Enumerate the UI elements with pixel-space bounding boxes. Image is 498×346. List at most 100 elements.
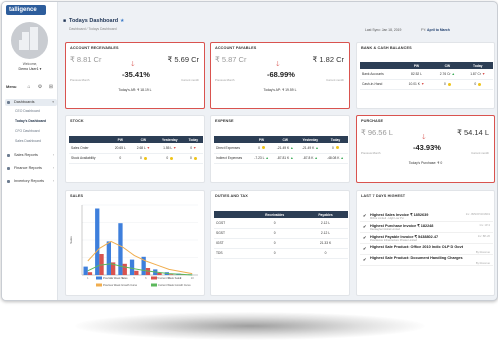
x-tick-label: 6 — [145, 276, 147, 280]
favorite-star-icon[interactable]: ★ — [120, 18, 124, 24]
item-label: Highest Sale Product: Document Handling … — [370, 256, 463, 260]
purchase-today: Today's Purchase: ₹ 0 — [408, 161, 443, 165]
neutral-dot-icon — [261, 146, 265, 150]
grid-icon[interactable]: ⊞ — [47, 83, 55, 91]
nav-todays-dashboard[interactable]: Today's Dashboard — [15, 118, 57, 124]
col-header: CW — [272, 136, 298, 143]
list-item[interactable]: ✔ Highest Payable Invoice ₹ 5438802.47 Pro… — [360, 233, 493, 244]
purchase-card[interactable]: PURCHASE ₹ 96.56 L ₹ 54.14 L 🡓 -43.93% P… — [356, 115, 495, 183]
nav-finance-reports-label: Finance Reports — [14, 166, 42, 170]
item-sub: Mihira Limited - High Low Pvt — [370, 217, 404, 220]
item-ref: Inv: 1P-3 — [479, 224, 490, 227]
check-icon: ✔ — [363, 213, 367, 218]
receivables-pct: -35.41% — [122, 70, 150, 79]
row-name: CGST — [214, 218, 247, 229]
nav-inventory-reports[interactable]: Inventory Reports › — [5, 178, 57, 185]
sales-chart[interactable]: Sales12345678910Previous Week SalesCurre… — [66, 191, 204, 295]
receivables-card[interactable]: ACCOUNT RECEIVABLES ₹ 8.81 Cr ₹ 5.69 Cr … — [65, 42, 205, 109]
sales-card: SALES Sales12345678910Previous Week Sale… — [65, 190, 205, 296]
item-ref: By Revenue — [475, 262, 490, 265]
table-row[interactable]: TDS 0 0 — [214, 248, 348, 259]
nav-sales-reports[interactable]: Sales Reports › — [5, 152, 57, 159]
nav-finance-reports[interactable]: Finance Reports › — [5, 165, 57, 172]
cell-today: 0 — [332, 145, 334, 150]
page-header: ■ Todays Dashboard ★ Dashboard / Todays … — [59, 14, 497, 34]
table-row[interactable]: Cash-in-Hand 10.01 K ▼ 0 0 — [360, 79, 493, 90]
col-header: PW — [250, 136, 273, 143]
arrow-up-icon: ▲ — [265, 156, 269, 160]
bar-current-week — [87, 272, 93, 275]
highest-card: LAST 7 DAYS HIGHEST ✔ Highest Sales Invoi… — [356, 190, 495, 296]
cell-yesterday: -87.8 K — [302, 156, 314, 160]
duties-table: Receivables Payables CGST 0 2.12 L SGST 0 2.1… — [214, 211, 348, 259]
table-row[interactable]: SGST 0 2.12 L — [214, 228, 348, 239]
cell-receivables: 0 — [246, 218, 304, 229]
bar-current-week — [134, 270, 139, 275]
list-item[interactable]: ✔ Highest Sale Product: Office 2010 Indic… — [360, 244, 493, 255]
neutral-dot-icon — [335, 146, 339, 150]
fiscal-period-selector[interactable]: FY: April to March — [421, 28, 450, 32]
chevron-right-icon: › — [52, 179, 54, 183]
table-row[interactable]: Stock Availability 0 0 0 0 — [69, 153, 203, 164]
row-name: TDS — [214, 248, 247, 259]
page-title: Todays Dashboard — [69, 18, 119, 24]
list-item[interactable]: ✔ Highest Sales Invoice ₹ 1852639 Mihira L… — [360, 211, 493, 222]
cell-today: 0 — [190, 156, 192, 160]
arrow-up-icon: ▲ — [451, 71, 455, 76]
bar-previous-week — [106, 241, 111, 275]
col-header: Payables — [303, 211, 348, 218]
payables-card[interactable]: ACCOUNT PAYABLES ₹ 5.87 Cr ₹ 1.82 Cr 🡓 -… — [210, 42, 350, 109]
expense-title: EXPENSE — [215, 119, 234, 123]
nav-ceo-dashboard[interactable]: CEO Dashboard — [15, 108, 57, 114]
cell-pw: 10.01 K — [408, 82, 421, 86]
nav-sales-reports-label: Sales Reports — [14, 153, 38, 157]
col-header: Today — [322, 136, 348, 143]
purchase-title: PURCHASE — [361, 119, 384, 123]
arrow-down-icon: ▼ — [146, 145, 151, 150]
legend-label: Previous Week Sales — [103, 276, 128, 280]
bar-previous-week — [129, 259, 135, 275]
bar-previous-week — [83, 266, 88, 275]
sidebar: talligence Welcome, Demo User1 ▾ Menu ⌂ … — [2, 2, 58, 300]
nav-sales-dashboard[interactable]: Sales Dashboard — [15, 138, 57, 144]
col-header: PW — [109, 136, 131, 143]
check-icon: ✔ — [363, 246, 367, 251]
receivables-today: Today's AR: ₹ 18.19 L — [118, 88, 152, 92]
table-row[interactable]: Indirect Expenses -7.23 L ▲ -87.81 K ▲ -… — [214, 153, 348, 164]
list-item[interactable]: ✔ Highest Sale Product: Document Handling… — [360, 255, 493, 266]
arrow-down-icon: ▼ — [173, 145, 177, 150]
col-header: CW — [131, 136, 156, 143]
neutral-dot-icon — [447, 82, 451, 86]
nav-cfo-dashboard[interactable]: CFO Dashboard — [15, 128, 57, 134]
neutral-dot-icon — [193, 156, 197, 160]
breadcrumb[interactable]: Dashboard / Todays Dashboard — [69, 27, 117, 31]
row-name: IGST — [214, 238, 247, 249]
cell-cw: -87.81 K — [276, 156, 290, 160]
home-icon[interactable]: ⌂ — [25, 83, 33, 91]
table-row[interactable]: Bank Accounts 82.52 L 2.76 Cr ▲ 1.87 Cr … — [360, 69, 493, 80]
neutral-dot-icon — [170, 156, 174, 160]
table-row[interactable]: Direct Expenses 0 -21.49 K ▲ -21.49 K ▲ … — [214, 143, 348, 154]
avatar[interactable] — [11, 22, 48, 59]
table-row[interactable]: CGST 0 2.12 L — [214, 218, 348, 229]
user-menu[interactable]: Demo User1 ▾ — [2, 67, 58, 71]
item-label: Highest Sale Product: Office 2010 Indic … — [370, 245, 463, 249]
legend-label: Current Week Growth Curve — [158, 283, 191, 287]
arrow-up-icon: ▲ — [315, 145, 319, 150]
list-item[interactable]: ✔ Highest Purchase Invoice ₹ 182248 Rankag… — [360, 222, 493, 233]
col-header: Yesterday — [297, 136, 323, 143]
table-row[interactable]: Sales Order 20.65 L 2.68 L ▼ 1.55 L ▼ 0 … — [69, 143, 203, 154]
payables-title: ACCOUNT PAYABLES — [215, 46, 257, 50]
nav-dashboards[interactable]: Dashboards ▾ — [5, 99, 57, 106]
payables-prev: ₹ 5.87 Cr — [215, 55, 247, 64]
dashboard-icon — [7, 101, 10, 104]
table-row[interactable]: IGST 0 21.33 K — [214, 238, 348, 249]
cell-today: 0 — [474, 82, 477, 86]
bank-card: BANK & CASH BALANCES PW CW Today Bank Acco… — [356, 42, 495, 109]
neutral-dot-icon — [143, 156, 147, 160]
receivables-prev: ₹ 8.81 Cr — [70, 55, 102, 64]
cell-receivables: 0 — [246, 238, 304, 249]
app-logo[interactable]: talligence — [6, 5, 46, 15]
settings-icon[interactable]: ⚙ — [36, 83, 44, 91]
chevron-right-icon: › — [52, 166, 54, 170]
